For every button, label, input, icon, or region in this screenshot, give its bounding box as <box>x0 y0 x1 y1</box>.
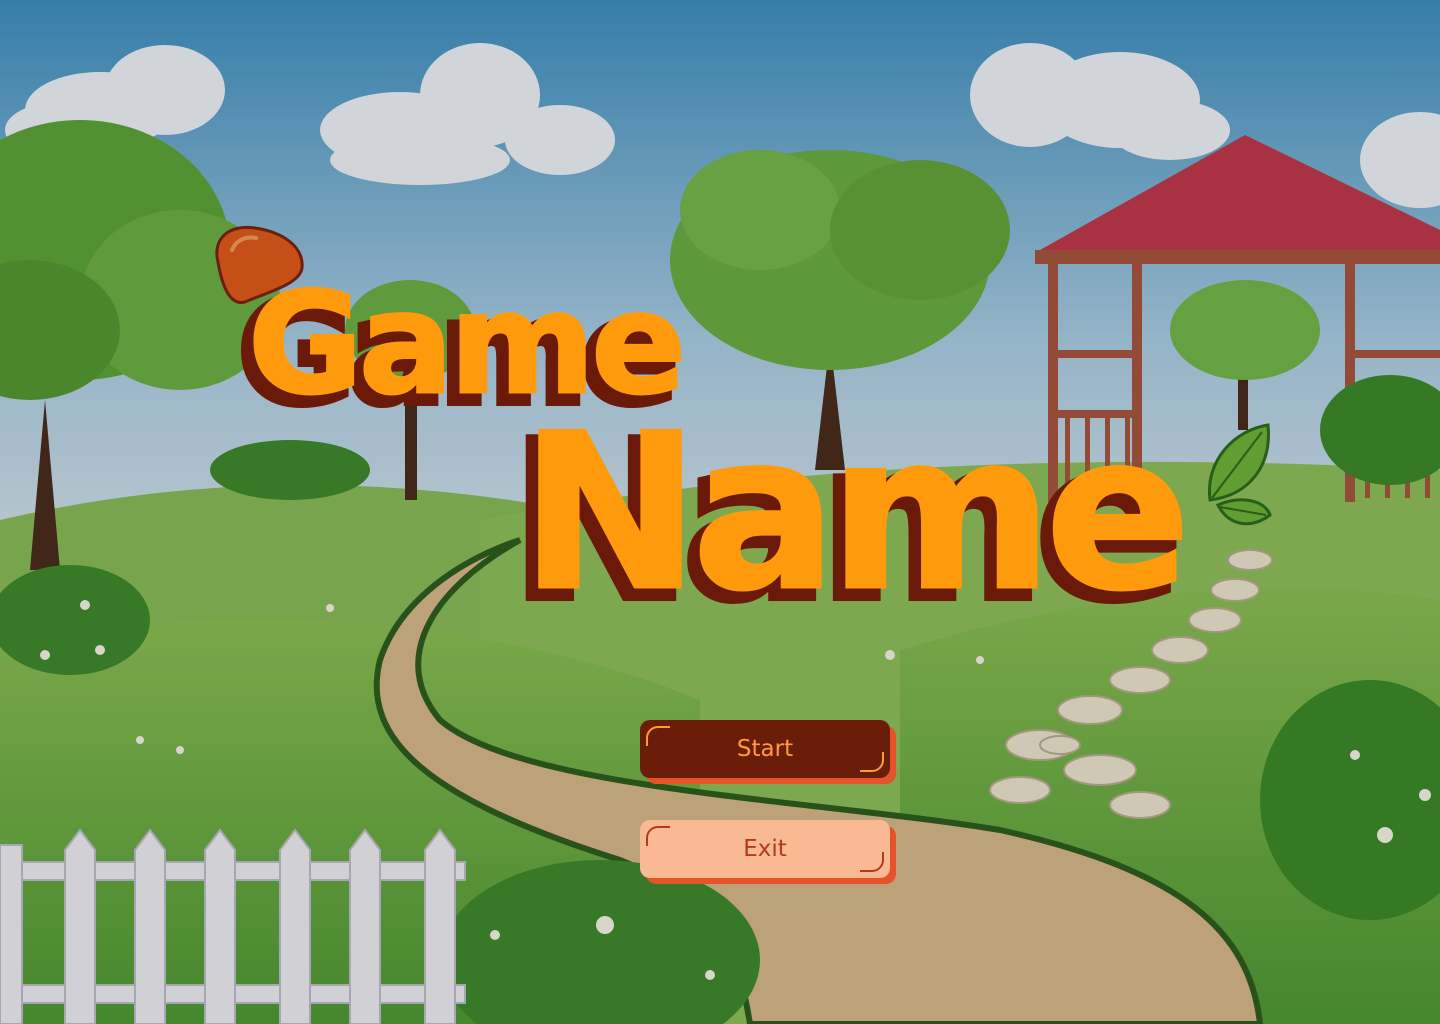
title-name-text: Name <box>519 387 1193 638</box>
exit-button-label: Exit <box>743 836 787 862</box>
exit-button[interactable]: Exit <box>640 820 890 878</box>
start-button-label: Start <box>736 736 794 762</box>
corner-decoration <box>646 726 670 746</box>
corner-decoration <box>860 852 884 872</box>
corner-decoration <box>860 752 884 772</box>
start-button[interactable]: Start <box>640 720 890 778</box>
corner-decoration <box>646 826 670 846</box>
